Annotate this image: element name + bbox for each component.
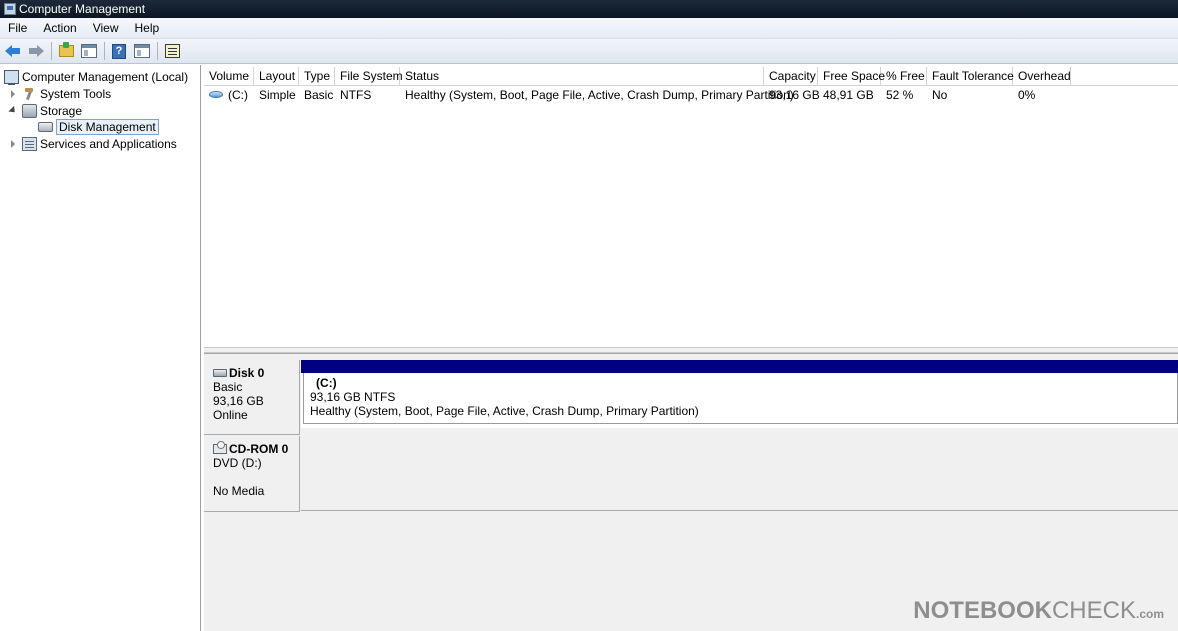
disk-state: Online xyxy=(213,408,248,422)
cd-rom-icon xyxy=(213,441,227,454)
tree-item-label: Disk Management xyxy=(56,119,159,135)
column-header-volume[interactable]: Volume xyxy=(204,67,254,86)
cdrom-name-row: CD-ROM 0 xyxy=(213,441,299,456)
column-header-layout[interactable]: Layout xyxy=(254,67,299,86)
partition-c[interactable]: (C:) 93,16 GB NTFS Healthy (System, Boot… xyxy=(301,360,1178,428)
toolbar-separator xyxy=(104,42,105,60)
disk-name: CD-ROM 0 xyxy=(229,442,289,456)
properties-icon xyxy=(164,44,180,58)
show-hide-console-tree-button[interactable] xyxy=(79,42,99,60)
column-header-percent-free[interactable]: % Free xyxy=(881,67,927,86)
column-header-overhead[interactable]: Overhead xyxy=(1013,67,1071,86)
tree-item-label: Storage xyxy=(40,104,83,118)
up-one-level-button[interactable] xyxy=(56,42,76,60)
tree-item-label: Computer Management (Local) xyxy=(22,70,189,84)
back-button[interactable] xyxy=(3,42,23,60)
title-bar: Computer Management xyxy=(0,0,1178,18)
cell-file-system: NTFS xyxy=(340,88,372,102)
disk-size: 93,16 GB xyxy=(213,394,264,408)
cdrom-0-label[interactable]: CD-ROM 0 DVD (D:) No Media xyxy=(204,436,300,512)
disk-0-name-row: Disk 0 xyxy=(213,366,299,380)
tree-item-disk-management[interactable]: Disk Management xyxy=(38,119,159,135)
watermark-logo: NOTEBOOKCHECK.com xyxy=(913,597,1164,625)
help-icon: ? xyxy=(112,43,126,59)
volume-list: Volume Layout Type File System Status Ca… xyxy=(204,67,1178,347)
expand-arrow-icon[interactable] xyxy=(9,90,17,98)
watermark-thin: CHECK xyxy=(1051,597,1136,624)
cdrom-area[interactable] xyxy=(301,436,1178,511)
cell-type: Basic xyxy=(304,88,334,102)
disk-type: DVD (D:) xyxy=(213,456,262,470)
cell-overhead: 0% xyxy=(1018,88,1036,102)
hard-disk-icon xyxy=(213,369,227,377)
watermark-main: NOTEBOOK xyxy=(913,597,1052,624)
services-icon xyxy=(22,137,37,151)
partition-size-fs: 93,16 GB NTFS xyxy=(310,390,396,404)
disk-row: CD-ROM 0 DVD (D:) No Media xyxy=(204,436,1178,512)
show-hide-console-tree-icon xyxy=(81,44,97,58)
menu-view[interactable]: View xyxy=(85,18,127,39)
computer-icon xyxy=(4,70,19,85)
window-title: Computer Management xyxy=(19,2,146,16)
toolbar-separator xyxy=(157,42,158,60)
cell-volume: (C:) xyxy=(204,87,254,104)
show-hide-action-pane-icon xyxy=(134,44,150,58)
table-row[interactable]: (C:) Simple Basic NTFS Healthy (System, … xyxy=(204,87,1178,104)
partition-name: (C:) xyxy=(316,376,337,390)
cell-capacity: 93,16 GB xyxy=(769,88,820,102)
column-header-free-space[interactable]: Free Space xyxy=(818,67,885,86)
tree-item-system-tools[interactable]: System Tools xyxy=(9,86,111,102)
tree-item-storage[interactable]: Storage xyxy=(9,103,82,119)
volume-icon xyxy=(209,91,223,99)
collapse-arrow-icon[interactable] xyxy=(9,107,17,115)
partition-color-bar xyxy=(301,360,1178,373)
forward-button[interactable] xyxy=(26,42,46,60)
column-header-capacity[interactable]: Capacity xyxy=(764,67,818,86)
storage-icon xyxy=(22,104,37,118)
disk-graphical-view: Disk 0 Basic 93,16 GB Online (C:) 93,16 … xyxy=(204,353,1178,631)
disk-name: Disk 0 xyxy=(229,366,265,380)
menu-bar: File Action View Help xyxy=(0,18,1178,39)
partition-status: Healthy (System, Boot, Page File, Active… xyxy=(310,404,699,418)
menu-help[interactable]: Help xyxy=(127,18,168,39)
toolbar-separator xyxy=(51,42,52,60)
help-button[interactable]: ? xyxy=(109,42,129,60)
volume-name: (C:) xyxy=(228,88,248,102)
disk-row: Disk 0 Basic 93,16 GB Online (C:) 93,16 … xyxy=(204,360,1178,435)
watermark-suffix: .com xyxy=(1135,607,1164,621)
column-header-file-system[interactable]: File System xyxy=(335,67,403,86)
back-icon xyxy=(5,45,21,57)
tree-item-label: System Tools xyxy=(40,87,112,101)
cell-layout: Simple xyxy=(259,88,296,102)
disk-media: No Media xyxy=(213,484,265,498)
disk-management-icon xyxy=(38,122,53,132)
forward-icon xyxy=(28,45,44,57)
properties-button[interactable] xyxy=(162,42,182,60)
tree-item-services-and-applications[interactable]: Services and Applications xyxy=(9,136,177,152)
details-pane: Volume Layout Type File System Status Ca… xyxy=(204,65,1178,631)
system-tools-icon xyxy=(22,87,37,101)
cell-fault-tolerance: No xyxy=(932,88,948,102)
cell-status: Healthy (System, Boot, Page File, Active… xyxy=(405,88,794,102)
expand-arrow-icon[interactable] xyxy=(9,140,17,148)
up-folder-icon xyxy=(58,42,74,57)
column-header-status[interactable]: Status xyxy=(400,67,764,86)
partition-body: (C:) 93,16 GB NTFS Healthy (System, Boot… xyxy=(303,373,1178,424)
tree-item-label: Services and Applications xyxy=(40,137,177,151)
disk-type: Basic xyxy=(213,380,243,394)
tree-item-root[interactable]: Computer Management (Local) xyxy=(4,69,188,85)
cell-free-space: 48,91 GB xyxy=(823,88,874,102)
console-tree: Computer Management (Local) System Tools… xyxy=(0,65,201,631)
column-header-fault-tolerance[interactable]: Fault Tolerance xyxy=(927,67,1014,86)
disk-0-label[interactable]: Disk 0 Basic 93,16 GB Online xyxy=(204,360,300,435)
computer-management-icon xyxy=(4,3,16,15)
toolbar: ? xyxy=(0,39,1178,64)
cell-percent-free: 52 % xyxy=(886,88,914,102)
column-header-type[interactable]: Type xyxy=(299,67,335,86)
menu-action[interactable]: Action xyxy=(35,18,84,39)
show-hide-action-pane-button[interactable] xyxy=(132,42,152,60)
volume-list-header: Volume Layout Type File System Status Ca… xyxy=(204,67,1178,86)
menu-file[interactable]: File xyxy=(0,18,35,39)
